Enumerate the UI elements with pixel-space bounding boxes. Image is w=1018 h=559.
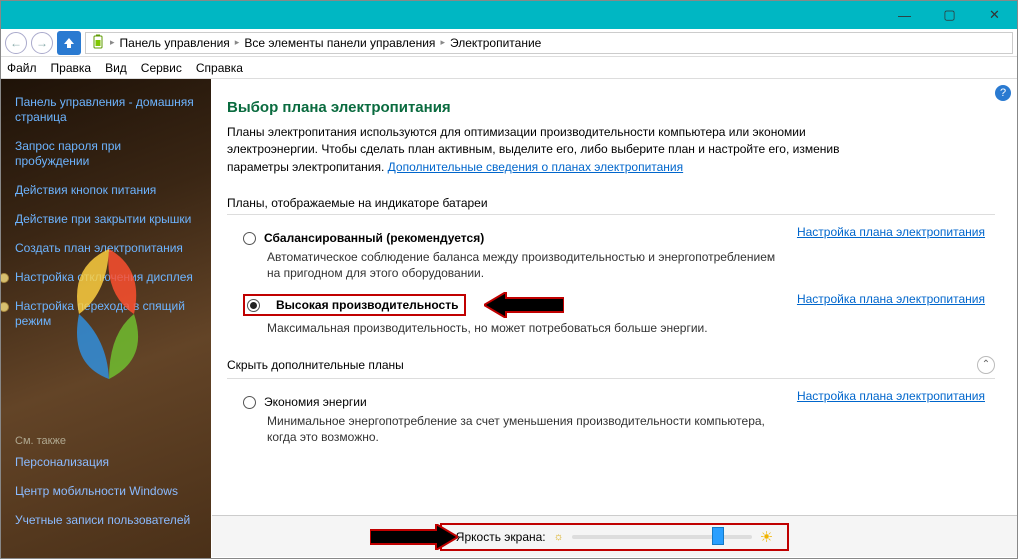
menu-bar: Файл Правка Вид Сервис Справка	[1, 57, 1017, 79]
main-content: ? Выбор плана электропитания Планы элект…	[211, 79, 1017, 558]
annotation-highlight-plan: Высокая производительность	[243, 294, 466, 316]
brightness-high-icon: ☀	[760, 528, 773, 546]
menu-help[interactable]: Справка	[196, 61, 243, 75]
configure-balanced-link[interactable]: Настройка плана электропитания	[797, 225, 985, 239]
sidebar-link-power-buttons[interactable]: Действия кнопок питания	[15, 183, 197, 198]
maximize-button[interactable]: ▢	[927, 1, 972, 29]
configure-eco-link[interactable]: Настройка плана электропитания	[797, 389, 985, 403]
power-options-icon	[90, 34, 108, 52]
breadcrumb-item[interactable]: Все элементы панели управления	[241, 36, 438, 50]
sidebar-link-display-off[interactable]: Настройка отключения дисплея	[1, 270, 197, 285]
breadcrumb-sep: ▸	[110, 37, 115, 48]
help-icon[interactable]: ?	[995, 85, 1011, 101]
menu-file[interactable]: Файл	[7, 61, 37, 75]
plan-eco-desc: Минимальное энергопотребление за счет ум…	[267, 413, 787, 445]
brightness-slider-thumb[interactable]	[712, 527, 724, 545]
brightness-slider[interactable]	[572, 535, 752, 539]
minimize-button[interactable]: —	[882, 1, 927, 29]
plan-high-label: Высокая производительность	[276, 298, 458, 312]
nav-back-button[interactable]: ←	[5, 32, 27, 54]
section-hide-additional[interactable]: Скрыть дополнительные планы ⌃	[227, 356, 995, 379]
address-bar: ← → ▸ Панель управления ▸ Все элементы п…	[1, 29, 1017, 57]
sidebar-link-mobility-center[interactable]: Центр мобильности Windows	[15, 484, 197, 499]
breadcrumb-item[interactable]: Панель управления	[117, 36, 233, 50]
configure-high-link[interactable]: Настройка плана электропитания	[797, 292, 985, 306]
menu-view[interactable]: Вид	[105, 61, 127, 75]
sidebar-link-password-wake[interactable]: Запрос пароля при пробуждении	[15, 139, 197, 169]
sidebar-link-create-plan[interactable]: Создать план электропитания	[15, 241, 197, 256]
radio-eco[interactable]	[243, 396, 256, 409]
sidebar: Панель управления - домашняя страница За…	[1, 79, 211, 558]
nav-forward-button[interactable]: →	[31, 32, 53, 54]
menu-service[interactable]: Сервис	[141, 61, 182, 75]
plan-high-desc: Максимальная производительность, но може…	[267, 320, 787, 336]
radio-balanced[interactable]	[243, 232, 256, 245]
plan-eco-label: Экономия энергии	[264, 395, 367, 409]
plan-balanced-desc: Автоматическое соблюдение баланса между …	[267, 249, 787, 281]
plan-balanced-label: Сбалансированный (рекомендуется)	[264, 231, 484, 245]
sidebar-link-sleep[interactable]: Настройка перехода в спящий режим	[1, 299, 197, 329]
annotation-arrow-left-icon	[484, 292, 564, 318]
sidebar-home-link[interactable]: Панель управления - домашняя страница	[15, 95, 197, 125]
annotation-highlight-brightness: Яркость экрана: ☼ ☀	[440, 523, 789, 551]
menu-edit[interactable]: Правка	[51, 61, 92, 75]
brightness-low-icon: ☼	[554, 531, 564, 543]
annotation-arrow-right-icon	[370, 524, 458, 553]
section-battery-plans: Планы, отображаемые на индикаторе батаре…	[227, 196, 995, 215]
learn-more-link[interactable]: Дополнительные сведения о планах электро…	[388, 160, 683, 174]
breadcrumb-item[interactable]: Электропитание	[447, 36, 544, 50]
sidebar-link-user-accounts[interactable]: Учетные записи пользователей	[15, 513, 197, 528]
radio-high-performance[interactable]	[247, 299, 260, 312]
intro-text: Планы электропитания используются для оп…	[227, 124, 847, 176]
sidebar-see-also-heading: См. также	[15, 435, 197, 447]
footer-brightness-bar: Яркость экрана: ☼ ☀	[212, 515, 1017, 557]
brightness-label: Яркость экрана:	[456, 530, 546, 544]
sidebar-link-lid-action[interactable]: Действие при закрытии крышки	[15, 212, 197, 227]
plan-eco[interactable]: Экономия энергии	[243, 395, 367, 409]
sidebar-link-personalization[interactable]: Персонализация	[15, 455, 197, 470]
breadcrumb-path[interactable]: ▸ Панель управления ▸ Все элементы панел…	[85, 32, 1013, 54]
nav-up-button[interactable]	[57, 31, 81, 55]
page-title: Выбор плана электропитания	[227, 99, 995, 116]
close-button[interactable]: ✕	[972, 1, 1017, 29]
collapse-toggle-icon[interactable]: ⌃	[977, 356, 995, 374]
window-titlebar: — ▢ ✕	[1, 1, 1017, 29]
plan-balanced[interactable]: Сбалансированный (рекомендуется)	[243, 231, 484, 245]
